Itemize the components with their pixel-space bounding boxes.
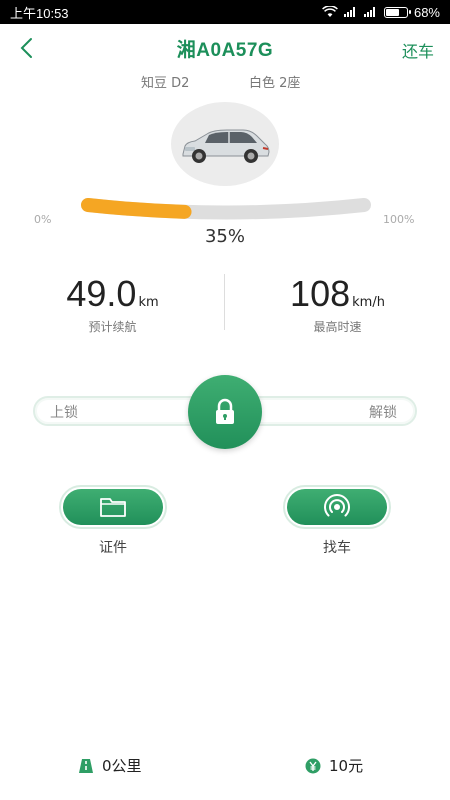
range-stat: 49.0 km 预计续航	[0, 272, 225, 335]
documents-label: 证件	[99, 540, 127, 556]
footer-distance: 0公里	[78, 755, 142, 776]
signal-locate-icon	[324, 494, 350, 517]
find-car-button[interactable]	[283, 485, 391, 529]
lock-slider-knob[interactable]	[188, 375, 262, 449]
speed-value: 108	[290, 273, 351, 314]
return-car-button[interactable]: 还车	[402, 38, 434, 62]
car-photo	[171, 102, 279, 186]
stats-panel: 49.0 km 预计续航 108 km/h 最高时速	[0, 272, 450, 342]
speed-stat: 108 km/h 最高时速	[225, 272, 450, 335]
range-label: 预计续航	[88, 320, 137, 334]
range-value: 49.0	[66, 273, 137, 314]
road-icon	[79, 758, 93, 773]
battery-icon	[383, 6, 411, 18]
wifi-icon	[322, 6, 338, 17]
cost-value: 10元	[329, 757, 364, 775]
status-bar: 上午10:53 68%	[0, 0, 450, 24]
signal-icon-2	[363, 7, 378, 17]
lock-label: 上锁	[50, 405, 78, 421]
back-button[interactable]	[14, 36, 38, 60]
padlock-icon	[216, 398, 234, 424]
battery-fill	[385, 8, 399, 16]
status-time: 上午10:53	[10, 5, 69, 21]
footer-cost: 10元	[305, 755, 363, 776]
range-value-row: 49.0 km	[0, 272, 225, 316]
battery-percent: 68%	[413, 4, 440, 20]
status-icons: 68%	[322, 5, 440, 20]
gauge-max-label: 100%	[383, 213, 415, 226]
car-model: 知豆 D2	[141, 76, 190, 91]
find-car-button-fill	[287, 489, 387, 525]
battery-gauge	[80, 198, 372, 220]
distance-value: 0公里	[102, 757, 142, 775]
documents-button[interactable]	[59, 485, 167, 529]
range-unit: km	[138, 295, 159, 310]
speed-label: 最高时速	[313, 320, 362, 334]
find-car-label: 找车	[323, 540, 351, 556]
header: 湘A0A57G 还车	[0, 24, 450, 72]
folder-icon	[100, 498, 126, 517]
car-color-seats: 白色 2座	[249, 76, 301, 91]
battery-gauge-graphic	[81, 198, 371, 220]
documents-button-fill	[63, 489, 163, 525]
unlock-label: 解锁	[369, 405, 397, 421]
car-image	[182, 129, 270, 163]
speed-value-row: 108 km/h	[225, 272, 450, 316]
gauge-min-label: 0%	[34, 213, 52, 226]
signal-icon	[343, 7, 358, 17]
yen-coin-icon	[305, 758, 321, 773]
speed-unit: km/h	[352, 295, 385, 310]
battery-percent-value: 35%	[204, 226, 245, 247]
footer-bar: 0公里 10元	[0, 755, 450, 785]
chevron-left-icon	[20, 38, 32, 58]
car-info: 知豆 D2 白色 2座	[0, 72, 450, 92]
page-title: 湘A0A57G	[176, 39, 274, 61]
